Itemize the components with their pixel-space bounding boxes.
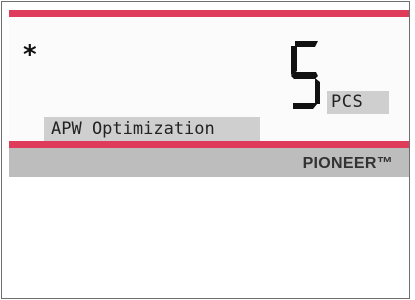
bottom-red-stripe [9,141,409,148]
lcd-display: * 5 PCS APW Optimization [9,17,409,141]
top-red-stripe [9,10,409,17]
brand-bar: PIONEER™ [9,148,409,177]
mode-message: APW Optimization [51,119,215,139]
weight-digit-5 [291,41,320,109]
stability-indicator: * [22,40,38,70]
unit-label-box: PCS [327,91,389,114]
mode-message-box: APW Optimization [44,117,260,141]
unit-label: PCS [331,92,364,112]
scale-display-panel: * 5 PCS APW Optimization PIONEER™ [9,10,409,177]
weight-value-text: 5 [9,17,10,18]
screenshot-frame: * 5 PCS APW Optimization PIONEER™ [1,1,410,299]
brand-logo: PIONEER™ [302,155,393,172]
